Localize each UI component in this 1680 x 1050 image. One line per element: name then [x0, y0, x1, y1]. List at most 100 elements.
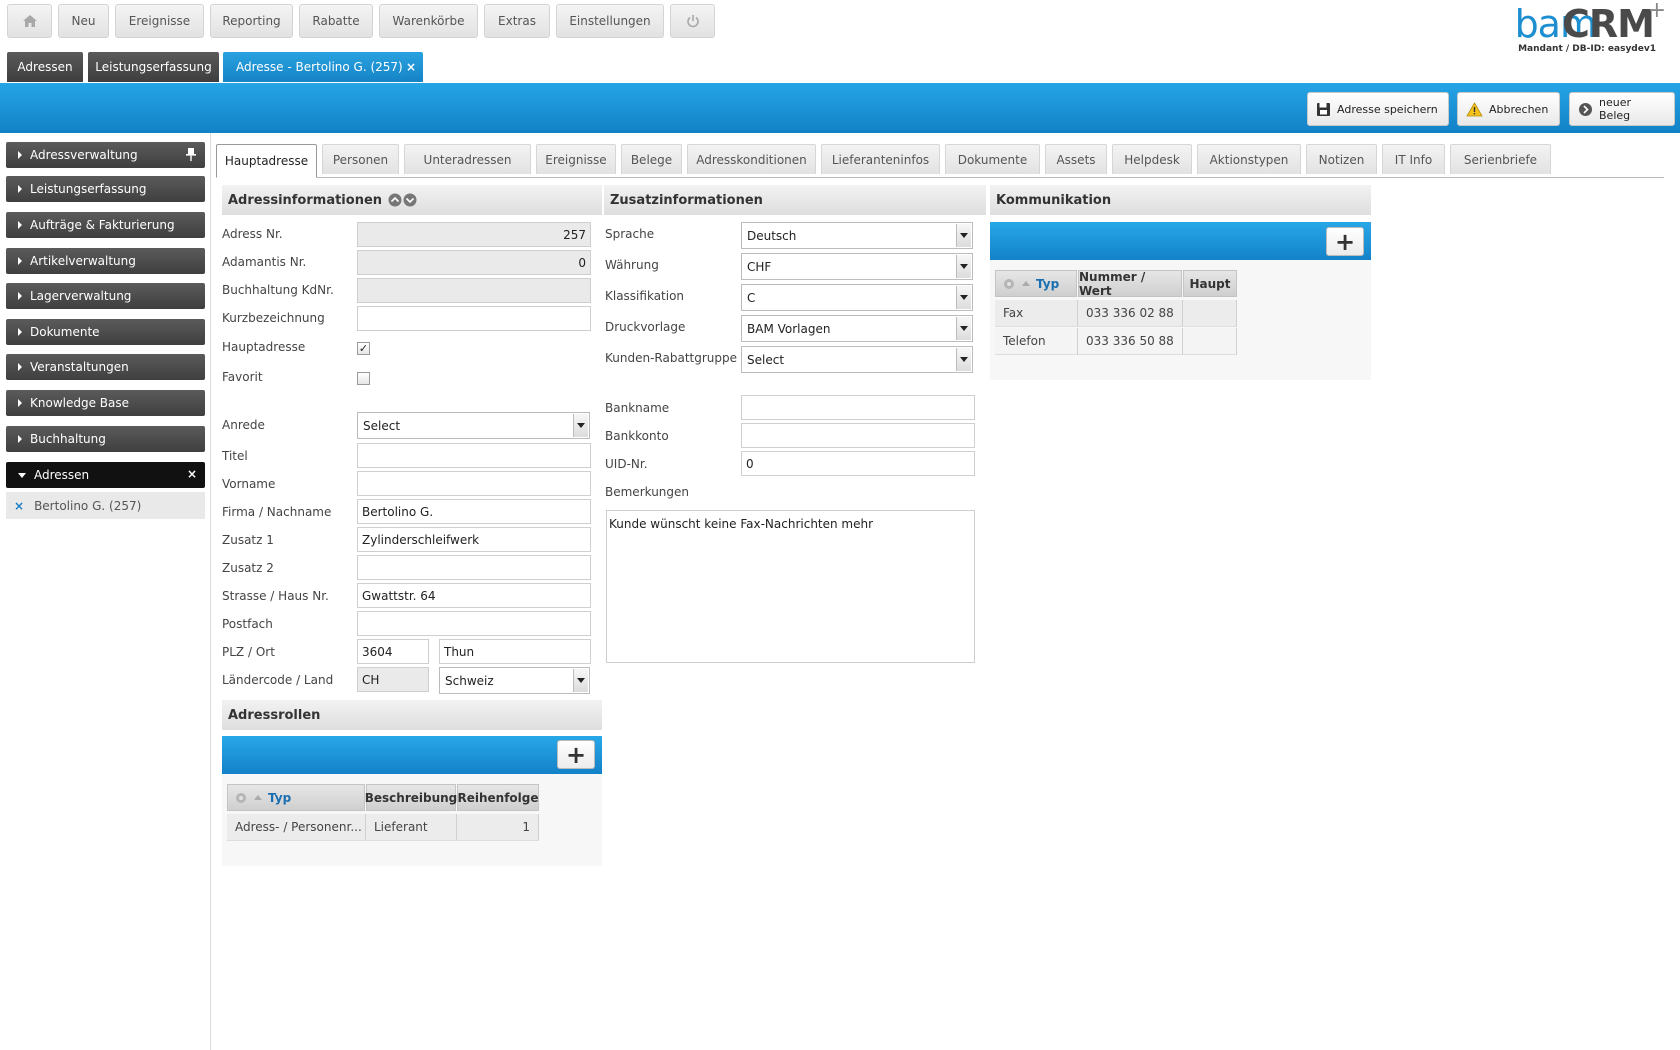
column-header-typ[interactable]: Typ	[995, 270, 1077, 297]
sidebar-item-buchhaltung[interactable]: Buchhaltung	[6, 426, 205, 452]
expand-icon	[18, 151, 22, 159]
sidebar-item-adressen[interactable]: Adressen ×	[6, 462, 205, 488]
table-cell-reihenfolge[interactable]: 1	[457, 814, 539, 841]
close-icon[interactable]: ×	[187, 467, 197, 481]
vorname-field[interactable]	[357, 471, 591, 496]
tab-assets[interactable]: Assets	[1045, 144, 1107, 174]
tab-hauptadresse[interactable]: Hauptadresse	[216, 144, 317, 178]
tab-unteradressen[interactable]: Unteradressen	[404, 144, 531, 174]
plus-icon: +	[1334, 227, 1356, 256]
druckvorlage-select[interactable]: BAM Vorlagen	[741, 315, 973, 342]
favorit-checkbox[interactable]	[357, 372, 370, 385]
laendercode-field[interactable]: CH	[357, 667, 429, 692]
kommunikation-toolbar: +	[990, 222, 1371, 260]
nav-ereignisse[interactable]: Ereignisse	[115, 4, 204, 38]
nav-reporting[interactable]: Reporting	[210, 4, 293, 38]
sidebar-item-dokumente[interactable]: Dokumente	[6, 319, 205, 345]
bemerkungen-label: Bemerkungen	[605, 485, 690, 499]
titel-field[interactable]	[357, 443, 591, 468]
nav-warenkoerbe[interactable]: Warenkörbe	[379, 4, 478, 38]
sidebar-item-knowledge-base[interactable]: Knowledge Base	[6, 390, 205, 416]
tab-personen[interactable]: Personen	[322, 144, 399, 174]
tab-belege[interactable]: Belege	[621, 144, 682, 174]
column-header-nummer-wert[interactable]: Nummer / Wert	[1078, 270, 1182, 298]
sidebar-item-artikelverwaltung[interactable]: Artikelverwaltung	[6, 248, 205, 274]
nav-rabatte[interactable]: Rabatte	[299, 4, 373, 38]
postfach-field[interactable]	[357, 611, 591, 636]
doctab-adressen[interactable]: Adressen	[7, 52, 83, 82]
sidebar-item-lagerverwaltung[interactable]: Lagerverwaltung	[6, 283, 205, 309]
doctab-adresse-bertolino[interactable]: Adresse - Bertolino G. (257) ×	[223, 52, 423, 82]
uid-nr-field[interactable]: 0	[741, 451, 975, 476]
kunden-rabattgruppe-select[interactable]: Select	[741, 346, 973, 373]
table-cell-typ[interactable]: Adress- / Personenr...	[227, 814, 366, 841]
ort-field[interactable]: Thun	[439, 639, 591, 664]
nav-neu[interactable]: Neu	[58, 4, 109, 38]
sidebar-item-adressverwaltung[interactable]: Adressverwaltung	[6, 142, 205, 168]
tab-dokumente[interactable]: Dokumente	[945, 144, 1040, 174]
collapse-up-icon[interactable]	[388, 193, 402, 207]
add-adressrolle-button[interactable]: +	[557, 740, 595, 769]
pin-icon[interactable]	[185, 147, 197, 162]
table-cell-nummer[interactable]: 033 336 02 88	[1078, 300, 1183, 327]
column-header-haupt[interactable]: Haupt	[1183, 270, 1237, 297]
waehrung-select[interactable]: CHF	[741, 253, 973, 280]
close-tab-icon[interactable]: ×	[406, 60, 416, 74]
tab-it-info[interactable]: IT Info	[1382, 144, 1445, 174]
tab-aktionstypen[interactable]: Aktionstypen	[1197, 144, 1301, 174]
cancel-button[interactable]: Abbrechen	[1457, 92, 1560, 126]
plz-field[interactable]: 3604	[357, 639, 429, 664]
buchhaltung-kdnr-field[interactable]	[357, 278, 591, 303]
bankkonto-label: Bankkonto	[605, 429, 669, 443]
table-cell-nummer[interactable]: 033 336 50 88	[1078, 328, 1183, 355]
tab-serienbriefe[interactable]: Serienbriefe	[1450, 144, 1551, 174]
kurzbezeichnung-label: Kurzbezeichnung	[222, 311, 325, 325]
tab-helpdesk[interactable]: Helpdesk	[1112, 144, 1192, 174]
sidebar-item-veranstaltungen[interactable]: Veranstaltungen	[6, 354, 205, 380]
adress-nr-field: 257	[357, 222, 591, 247]
nav-extras[interactable]: Extras	[484, 4, 550, 38]
bemerkungen-textarea[interactable]: Kunde wünscht keine Fax-Nachrichten mehr	[606, 510, 975, 663]
strasse-field[interactable]: Gwattstr. 64	[357, 583, 591, 608]
tab-ereignisse[interactable]: Ereignisse	[536, 144, 616, 174]
home-button[interactable]	[7, 4, 52, 38]
tab-notizen[interactable]: Notizen	[1306, 144, 1377, 174]
firma-nachname-field[interactable]: Bertolino G.	[357, 499, 591, 524]
sidebar-item-auftraege[interactable]: Aufträge & Fakturierung	[6, 212, 205, 238]
land-select[interactable]: Schweiz	[439, 667, 590, 694]
gear-icon[interactable]	[234, 791, 248, 805]
table-cell-haupt[interactable]	[1183, 328, 1237, 355]
klassifikation-select[interactable]: C	[741, 284, 973, 311]
bankname-field[interactable]	[741, 395, 975, 420]
bankkonto-field[interactable]	[741, 423, 975, 448]
save-address-button[interactable]: Adresse speichern	[1307, 92, 1449, 126]
plus-icon: +	[565, 740, 587, 769]
sidebar-subitem-bertolino[interactable]: × Bertolino G. (257)	[6, 492, 205, 519]
sidebar-item-leistungserfassung[interactable]: Leistungserfassung	[6, 176, 205, 202]
tab-lieferanteninfos[interactable]: Lieferanteninfos	[821, 144, 940, 174]
strasse-label: Strasse / Haus Nr.	[222, 589, 329, 603]
doctab-leistungserfassung[interactable]: Leistungserfassung	[88, 52, 219, 82]
hauptadresse-checkbox[interactable]: ✓	[357, 342, 370, 355]
table-cell-beschreibung[interactable]: Lieferant	[366, 814, 457, 841]
zusatz2-field[interactable]	[357, 555, 591, 580]
gear-icon[interactable]	[1002, 277, 1016, 291]
zusatz1-field[interactable]: Zylinderschleifwerk	[357, 527, 591, 552]
column-header-reihenfolge[interactable]: Reihenfolge	[457, 784, 539, 811]
table-cell-typ[interactable]: Telefon	[995, 328, 1078, 355]
table-cell-haupt[interactable]	[1183, 300, 1237, 327]
column-header-beschreibung[interactable]: Beschreibung	[365, 784, 457, 811]
anrede-select[interactable]: Select	[357, 412, 590, 439]
logout-button[interactable]	[670, 4, 715, 38]
close-icon[interactable]: ×	[14, 499, 24, 513]
column-header-typ[interactable]: Typ	[227, 784, 365, 811]
nav-einstellungen[interactable]: Einstellungen	[556, 4, 664, 38]
tab-adresskonditionen[interactable]: Adresskonditionen	[687, 144, 816, 174]
new-document-button[interactable]: neuer Beleg	[1569, 92, 1675, 126]
kunden-rabattgruppe-label: Kunden-Rabattgruppe	[605, 351, 737, 365]
kurzbezeichnung-field[interactable]	[357, 306, 591, 331]
expand-down-icon[interactable]	[403, 193, 417, 207]
add-kommunikation-button[interactable]: +	[1326, 227, 1364, 256]
table-cell-typ[interactable]: Fax	[995, 300, 1078, 327]
sprache-select[interactable]: Deutsch	[741, 222, 973, 249]
